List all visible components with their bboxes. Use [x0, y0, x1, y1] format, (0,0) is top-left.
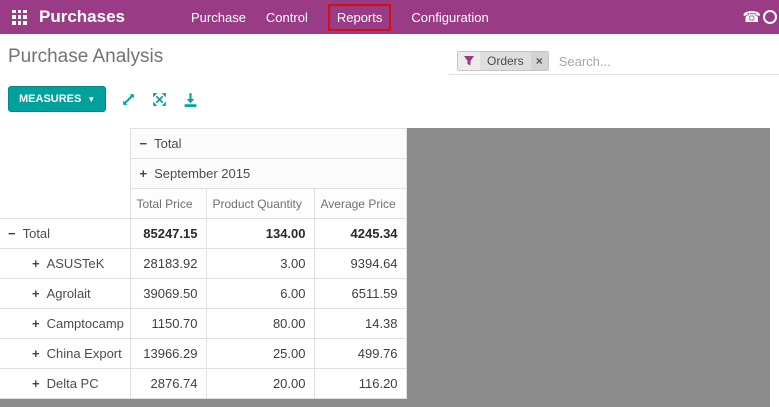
table-row-delta-pc: + Delta PC 2876.74 20.00 116.20	[0, 369, 406, 399]
pivot-toolbar: MEASURES ▼	[8, 86, 199, 112]
collapse-icon[interactable]: −	[8, 226, 16, 241]
row-label: China Export	[47, 346, 122, 361]
cell-product-quantity: 6.00	[206, 279, 314, 309]
row-header-asustek[interactable]: + ASUSTeK	[0, 249, 130, 279]
row-header-total[interactable]: −Total	[0, 219, 130, 249]
col-group-total-label: Total	[154, 136, 181, 151]
collapse-icon[interactable]: −	[140, 136, 148, 151]
measures-button-label: MEASURES	[19, 93, 81, 105]
expand-icon[interactable]: +	[32, 376, 40, 391]
facet-remove-icon[interactable]: ×	[531, 52, 548, 70]
row-header-china-export[interactable]: + China Export	[0, 339, 130, 369]
table-row-camptocamp: + Camptocamp 1150.70 80.00 14.38	[0, 309, 406, 339]
cell-product-quantity: 134.00	[206, 219, 314, 249]
search-facet: Orders ×	[457, 51, 549, 71]
measure-header-total-price[interactable]: Total Price	[130, 189, 206, 219]
top-navbar: Purchases Purchase Control Reports Confi…	[0, 0, 779, 34]
measure-header-average-price[interactable]: Average Price	[314, 189, 406, 219]
table-row-china-export: + China Export 13966.29 25.00 499.76	[0, 339, 406, 369]
expand-icon[interactable]: +	[32, 346, 40, 361]
cell-average-price: 6511.59	[314, 279, 406, 309]
cell-product-quantity: 20.00	[206, 369, 314, 399]
pivot-corner-cell	[0, 129, 130, 219]
row-header-agrolait[interactable]: + Agrolait	[0, 279, 130, 309]
row-label: Total	[23, 226, 50, 241]
phone-icon[interactable]: ☎	[742, 8, 761, 26]
table-row-total: −Total 85247.15 134.00 4245.34	[0, 219, 406, 249]
cell-total-price: 28183.92	[130, 249, 206, 279]
search-input[interactable]	[559, 54, 779, 69]
content-area: −Total +September 2015 Total Price Produ…	[0, 128, 779, 407]
search-bar[interactable]: Orders ×	[449, 48, 779, 75]
cell-average-price: 116.20	[314, 369, 406, 399]
expand-all-icon[interactable]	[151, 91, 168, 108]
cell-total-price: 85247.15	[130, 219, 206, 249]
cell-average-price: 4245.34	[314, 219, 406, 249]
cell-total-price: 1150.70	[130, 309, 206, 339]
cell-total-price: 39069.50	[130, 279, 206, 309]
cell-product-quantity: 80.00	[206, 309, 314, 339]
table-row-agrolait: + Agrolait 39069.50 6.00 6511.59	[0, 279, 406, 309]
cell-average-price: 499.76	[314, 339, 406, 369]
filter-funnel-icon	[458, 52, 480, 70]
table-row-asustek: + ASUSTeK 28183.92 3.00 9394.64	[0, 249, 406, 279]
row-label: Camptocamp	[47, 316, 124, 331]
cell-product-quantity: 3.00	[206, 249, 314, 279]
main-menu: Purchase Control Reports Configuration	[191, 4, 489, 31]
download-icon[interactable]	[182, 91, 199, 108]
clipped-icon[interactable]	[763, 10, 777, 24]
row-label: ASUSTeK	[47, 256, 105, 271]
page-title: Purchase Analysis	[8, 46, 163, 68]
expand-icon[interactable]: +	[32, 256, 40, 271]
facet-label: Orders	[480, 52, 531, 70]
row-label: Agrolait	[47, 286, 91, 301]
cell-product-quantity: 25.00	[206, 339, 314, 369]
cell-average-price: 9394.64	[314, 249, 406, 279]
expand-icon[interactable]: +	[140, 166, 148, 181]
menu-item-purchase[interactable]: Purchase	[191, 10, 246, 25]
apps-grid-icon[interactable]	[12, 10, 27, 25]
cell-average-price: 14.38	[314, 309, 406, 339]
row-header-camptocamp[interactable]: + Camptocamp	[0, 309, 130, 339]
measure-header-product-quantity[interactable]: Product Quantity	[206, 189, 314, 219]
row-header-delta-pc[interactable]: + Delta PC	[0, 369, 130, 399]
col-group-row-total: −Total	[0, 129, 406, 159]
expand-icon[interactable]: +	[32, 286, 40, 301]
cell-total-price: 2876.74	[130, 369, 206, 399]
row-label: Delta PC	[47, 376, 99, 391]
measures-button[interactable]: MEASURES ▼	[8, 86, 106, 112]
pivot-table: −Total +September 2015 Total Price Produ…	[0, 128, 407, 399]
col-group-total[interactable]: −Total	[130, 129, 406, 159]
expand-icon[interactable]: +	[32, 316, 40, 331]
app-title[interactable]: Purchases	[39, 7, 125, 27]
col-group-month-label: September 2015	[154, 166, 250, 181]
control-panel: Purchase Analysis Orders × MEASURES ▼	[0, 34, 779, 128]
pivot-table-container: −Total +September 2015 Total Price Produ…	[0, 128, 406, 399]
navbar-right-icons: ☎	[742, 0, 761, 34]
flip-axis-icon[interactable]	[120, 91, 137, 108]
caret-down-icon: ▼	[87, 95, 95, 104]
cell-total-price: 13966.29	[130, 339, 206, 369]
menu-item-reports[interactable]: Reports	[328, 4, 392, 31]
menu-item-control[interactable]: Control	[266, 10, 308, 25]
col-group-september-2015[interactable]: + September 2015	[130, 159, 406, 189]
menu-item-configuration[interactable]: Configuration	[411, 10, 488, 25]
scrollbar-track[interactable]	[770, 128, 779, 407]
app-window: Purchases Purchase Control Reports Confi…	[0, 0, 779, 407]
